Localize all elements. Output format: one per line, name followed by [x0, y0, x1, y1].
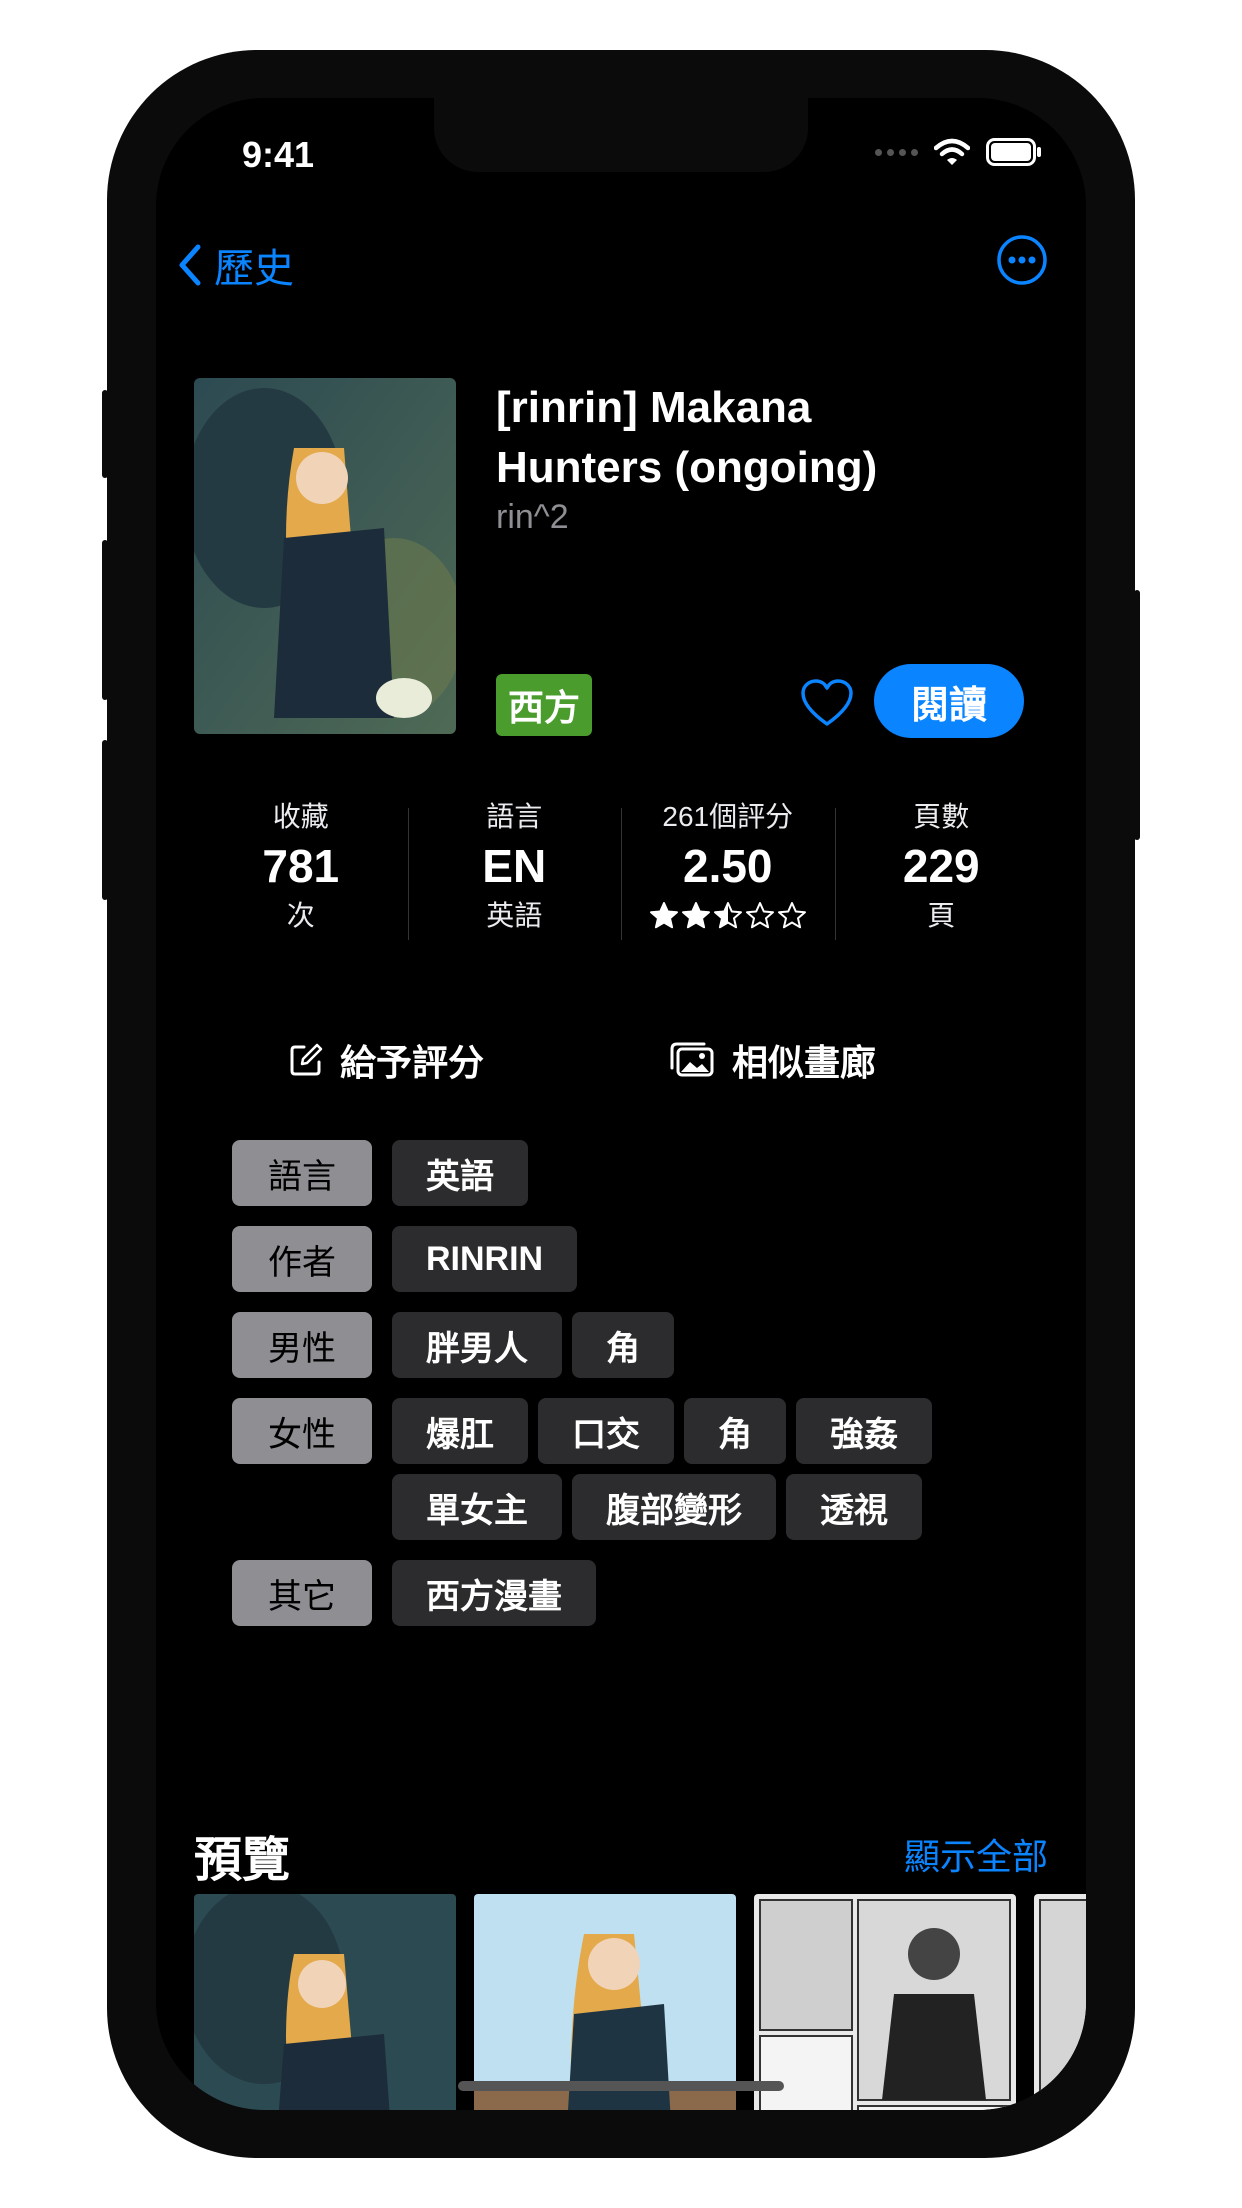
preview-thumbnail[interactable] — [754, 1894, 1016, 2110]
artist-name[interactable]: rin^2 — [496, 498, 569, 537]
tag-chip[interactable]: 角 — [684, 1398, 786, 1464]
stat-label: 收藏 — [272, 801, 329, 832]
tag-values: 西方漫畫 — [392, 1560, 992, 1626]
tag-values: 爆肛 口交 角 強姦 單女主 腹部變形 透視 — [392, 1398, 992, 1540]
tag-namespace: 作者 — [232, 1226, 372, 1292]
star-half-icon — [713, 902, 742, 929]
tag-row-female: 女性 爆肛 口交 角 強姦 單女主 腹部變形 透視 — [232, 1398, 1032, 1540]
stats-bar: 收藏 781 次 語言 EN 英語 261個評分 2.50 頁數 229 頁 — [194, 798, 1048, 948]
star-empty-icon — [745, 902, 774, 929]
preview-image — [194, 1894, 456, 2110]
tag-chip[interactable]: 英語 — [392, 1140, 528, 1206]
tag-row-language: 語言 英語 — [232, 1140, 1032, 1206]
back-label: 歷史 — [214, 247, 294, 291]
signal-dots-icon — [875, 148, 918, 156]
read-button[interactable]: 閱讀 — [874, 664, 1024, 738]
tag-list: 語言 英語 作者 RINRIN 男性 胖男人 角 女性 爆肛 口交 角 強姦 單… — [232, 1140, 1032, 1646]
stat-unit: 次 — [286, 900, 315, 931]
tag-row-other: 其它 西方漫畫 — [232, 1560, 1032, 1626]
stat-unit: 英語 — [486, 900, 543, 931]
rating-stars — [621, 896, 835, 936]
tag-values: 英語 — [392, 1140, 992, 1206]
preview-image — [754, 1894, 1016, 2110]
tag-chip[interactable]: 單女主 — [392, 1474, 562, 1540]
similar-label: 相似畫廊 — [732, 1042, 877, 1083]
gallery-title: [rinrin] Makana Hunters (ongoing) — [496, 378, 1056, 498]
stat-value: 781 — [262, 840, 340, 892]
tag-chip[interactable]: 腹部變形 — [572, 1474, 776, 1540]
tag-values: 胖男人 角 — [392, 1312, 992, 1378]
tag-values: RINRIN — [392, 1226, 992, 1292]
tag-namespace: 其它 — [232, 1560, 372, 1626]
preview-image — [1034, 1894, 1086, 2110]
preview-section-title: 預覽 — [194, 1834, 291, 1887]
status-icons — [875, 138, 1042, 166]
tag-row-male: 男性 胖男人 角 — [232, 1312, 1032, 1378]
similar-galleries-button[interactable]: 相似畫廊 — [668, 1034, 876, 1086]
tag-row-artist: 作者 RINRIN — [232, 1226, 1032, 1292]
stat-pages: 頁數 229 頁 — [834, 798, 1049, 948]
action-row: 給予評分 相似畫廊 — [156, 1022, 1086, 1092]
star-filled-icon — [649, 902, 678, 929]
tag-chip[interactable]: 強姦 — [796, 1398, 932, 1464]
back-button[interactable]: 歷史 — [176, 236, 294, 294]
notch — [434, 98, 808, 172]
stat-label: 頁數 — [913, 801, 970, 832]
wifi-icon — [934, 138, 970, 165]
tag-chip[interactable]: 西方漫畫 — [392, 1560, 596, 1626]
show-all-link[interactable]: 顯示全部 — [904, 1828, 1048, 1880]
stat-label: 261個評分 — [662, 801, 794, 832]
star-empty-icon — [777, 902, 806, 929]
app-screen: 9:41 歷史 [rinrin] Makana Hunters (ongoing… — [156, 98, 1086, 2110]
tag-chip[interactable]: 爆肛 — [392, 1398, 528, 1464]
gallery-title-line2: Hunters (ongoing) — [496, 443, 878, 492]
preview-thumbnail[interactable] — [474, 1894, 736, 2110]
battery-icon — [986, 138, 1041, 166]
rate-label: 給予評分 — [340, 1042, 485, 1083]
stat-unit: 頁 — [927, 900, 956, 931]
more-options-button[interactable] — [996, 234, 1048, 286]
home-indicator — [458, 2081, 784, 2091]
status-time: 9:41 — [242, 134, 315, 175]
tag-chip[interactable]: 口交 — [538, 1398, 674, 1464]
preview-strip[interactable] — [194, 1894, 1086, 2110]
square-pencil-icon — [290, 1043, 323, 1076]
stat-label: 語言 — [486, 801, 543, 832]
stat-favorites: 收藏 781 次 — [194, 798, 408, 948]
stat-value: 229 — [902, 840, 980, 892]
tag-chip[interactable]: RINRIN — [392, 1226, 578, 1292]
cover-artwork — [194, 378, 456, 734]
tag-chip[interactable]: 透視 — [786, 1474, 922, 1540]
stat-value: EN — [482, 840, 547, 892]
tag-chip[interactable]: 胖男人 — [392, 1312, 562, 1378]
preview-thumbnail[interactable] — [194, 1894, 456, 2110]
star-filled-icon — [681, 902, 710, 929]
stat-rating: 261個評分 2.50 — [621, 798, 835, 948]
heart-icon — [801, 679, 853, 726]
tag-namespace: 女性 — [232, 1398, 372, 1464]
chevron-left-icon — [179, 244, 201, 286]
favorite-button[interactable] — [800, 678, 854, 728]
gallery-title-line1: [rinrin] Makana — [496, 383, 812, 432]
ellipsis-circle-icon — [997, 235, 1047, 285]
preview-image — [474, 1894, 736, 2110]
tag-namespace: 男性 — [232, 1312, 372, 1378]
tag-namespace: 語言 — [232, 1140, 372, 1206]
cover-image[interactable] — [194, 378, 456, 734]
stat-language: 語言 EN 英語 — [407, 798, 622, 948]
preview-thumbnail[interactable] — [1034, 1894, 1086, 2110]
category-badge: 西方 — [496, 674, 593, 736]
photo-stack-icon — [670, 1042, 714, 1077]
rate-button[interactable]: 給予評分 — [288, 1034, 484, 1086]
stat-value: 2.50 — [682, 840, 773, 892]
tag-chip[interactable]: 角 — [572, 1312, 674, 1378]
